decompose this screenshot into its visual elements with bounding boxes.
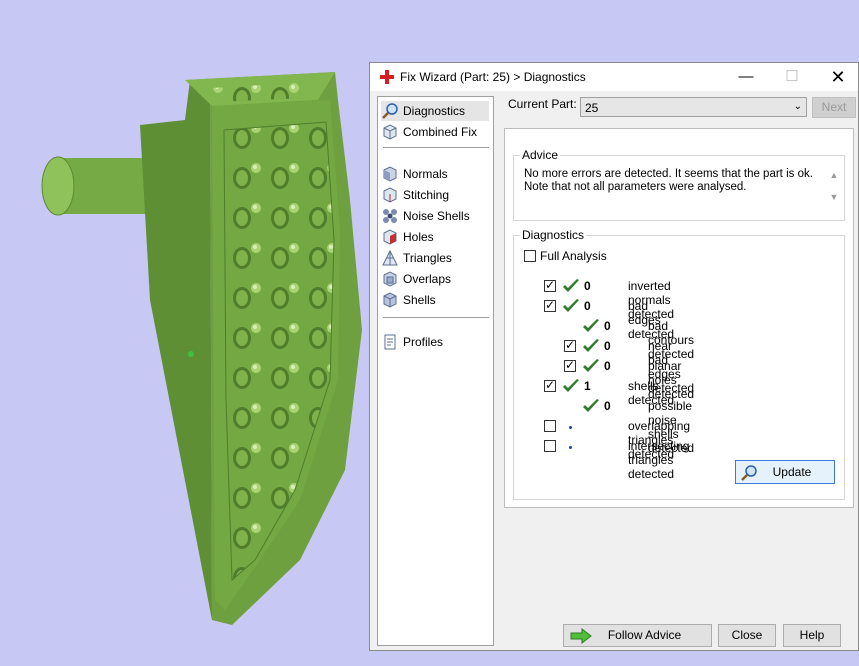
diagnostic-checkbox[interactable] [544,440,556,452]
sidebar-item-stitching[interactable]: Stitching [381,185,489,205]
chevron-down-icon: ⌄ [793,101,802,112]
scroll-up-icon[interactable]: ▲ [827,164,841,186]
sidebar-item-overlaps[interactable]: Overlaps [381,269,489,289]
sidebar-item-normals[interactable]: Normals [381,164,489,184]
magnifier-icon [741,465,757,481]
sidebar-item-holes[interactable]: Holes [381,227,489,247]
diagnostic-count: 0 [604,319,611,333]
advice-scrollbar[interactable]: ▲ ▼ [827,164,841,208]
advice-line: Note that not all parameters were analys… [524,181,747,193]
wizard-sidebar: Diagnostics Combined Fix Normals Stitchi… [377,96,494,646]
update-label: Update [772,465,812,479]
update-button[interactable]: Update [735,460,835,484]
sidebar-item-label: Noise Shells [403,209,470,223]
advice-group: Advice No more errors are detected. It s… [513,148,845,221]
green-check-icon [583,399,599,412]
diagnostic-checkbox[interactable] [544,420,556,432]
next-button[interactable]: Next [812,97,856,118]
sidebar-item-diagnostics[interactable]: Diagnostics [381,101,489,121]
close-window-button[interactable]: ✕ [815,63,859,91]
sidebar-item-label: Overlaps [403,272,452,286]
green-check-icon [563,279,579,292]
sidebar-divider [383,317,489,318]
holes-cube-icon [383,229,397,245]
sidebar-item-profiles[interactable]: Profiles [381,332,489,352]
help-button[interactable]: Help [783,624,841,647]
sidebar-item-noise-shells[interactable]: Noise Shells [381,206,489,226]
diagnostic-count: 0 [604,399,611,413]
noise-shells-icon [383,209,397,223]
sidebar-divider [383,147,489,148]
sidebar-item-triangles[interactable]: Triangles [381,248,489,268]
advice-text: No more errors are detected. It seems th… [524,168,816,194]
close-icon: ✕ [830,67,846,87]
diagnostics-group: Diagnostics Full Analysis 0inverted norm… [513,228,845,500]
magnifier-icon [382,103,398,119]
minimize-button[interactable]: — [723,63,769,91]
pending-dot-icon [569,426,572,429]
full-analysis-checkbox[interactable] [524,250,536,262]
green-check-icon [563,379,579,392]
diagnostics-title: Diagnostics [520,228,587,242]
green-check-icon [583,339,599,352]
sidebar-item-label: Normals [403,167,448,181]
profiles-document-icon [384,334,396,350]
diagnostic-count: 0 [584,299,591,313]
follow-advice-label: Follow Advice [607,628,682,642]
full-analysis-label: Full Analysis [540,249,607,263]
stitching-cube-icon [383,187,397,203]
diagnostic-checkbox[interactable] [544,378,556,392]
sidebar-item-combined-fix[interactable]: Combined Fix [381,122,489,142]
sidebar-item-label: Shells [403,293,436,307]
diagnostics-panel: Advice No more errors are detected. It s… [504,128,854,508]
diagnostic-count: 0 [584,279,591,293]
green-check-icon [563,299,579,312]
minimize-icon: — [738,68,754,85]
diagnostic-checkbox[interactable] [564,338,576,352]
current-part-value: 25 [585,101,599,115]
pending-dot-icon [569,446,572,449]
title-bar[interactable]: Fix Wizard (Part: 25) > Diagnostics — ☐ … [370,63,858,91]
shells-cube-icon [383,292,397,308]
sidebar-item-label: Stitching [403,188,450,202]
diagnostic-checkbox[interactable] [564,358,576,372]
sidebar-item-label: Combined Fix [403,125,478,139]
triangles-icon [382,249,398,266]
follow-advice-button[interactable]: Follow Advice [563,624,712,647]
scroll-down-icon[interactable]: ▼ [827,186,841,208]
fix-wizard-dialog: Fix Wizard (Part: 25) > Diagnostics — ☐ … [369,62,859,651]
red-cross-icon [380,70,394,84]
maximize-icon: ☐ [785,68,799,85]
cube-icon [383,124,397,140]
green-check-icon [583,359,599,372]
maximize-button[interactable]: ☐ [769,63,815,91]
sidebar-item-label: Triangles [403,251,452,265]
close-button[interactable]: Close [718,624,776,647]
sidebar-item-label: Holes [403,230,434,244]
diagnostic-checkbox[interactable] [544,298,556,312]
diagnostic-count: 0 [604,339,611,353]
green-arrow-icon [570,628,592,644]
green-check-icon [583,319,599,332]
advice-line: No more errors are detected. It seems th… [524,168,813,180]
advice-title: Advice [520,148,561,162]
diagnostic-count: 1 [584,379,591,393]
current-part-label: Current Part: [508,97,577,111]
sidebar-item-label: Diagnostics [403,104,466,118]
diagnostic-label: intersecting triangles detected [628,439,690,481]
sidebar-item-shells[interactable]: Shells [381,290,489,310]
diagnostic-count: 0 [604,359,611,373]
dialog-title: Fix Wizard (Part: 25) > Diagnostics [400,70,586,84]
normals-cube-icon [383,166,397,182]
current-part-select[interactable]: 25 ⌄ [580,97,807,117]
overlaps-cube-icon [383,271,397,287]
diagnostic-checkbox[interactable] [544,278,556,292]
sidebar-item-label: Profiles [403,335,444,349]
